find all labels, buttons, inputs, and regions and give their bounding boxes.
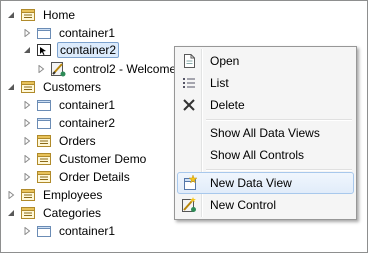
tree-node-label: Order Details xyxy=(59,170,130,184)
menu-item-label: New Control xyxy=(210,198,277,212)
collapsed-arrow-icon[interactable] xyxy=(22,136,32,146)
context-menu: Open List Delete Show All Data Views Sho… xyxy=(174,46,357,220)
tree-node-order-details[interactable]: Order Details xyxy=(22,168,132,186)
tree-node-label: Categories xyxy=(43,206,102,220)
menu-separator xyxy=(206,169,352,171)
control-icon xyxy=(50,61,66,77)
collapsed-arrow-icon[interactable] xyxy=(22,226,32,236)
tree-node-container2-selected[interactable]: container2 xyxy=(22,41,120,59)
menu-item-open[interactable]: Open xyxy=(177,50,354,72)
page-icon xyxy=(20,7,36,23)
menu-item-delete[interactable]: Delete xyxy=(177,94,354,116)
page-icon xyxy=(20,205,36,221)
new-control-icon xyxy=(177,197,201,213)
menu-item-show-all-data-views[interactable]: Show All Data Views xyxy=(177,122,354,144)
tree-node-label: container2 xyxy=(57,42,120,58)
container-icon xyxy=(36,115,52,131)
tree-node-container1[interactable]: container1 xyxy=(22,222,117,240)
collapsed-arrow-icon[interactable] xyxy=(22,28,32,38)
menu-item-label: List xyxy=(210,76,229,90)
tree-node-customer-demo[interactable]: Customer Demo xyxy=(22,150,148,168)
tree-node-label: container1 xyxy=(59,26,116,40)
tree-node-home[interactable]: Home xyxy=(6,6,77,24)
tree-node-categories[interactable]: Categories xyxy=(6,204,103,222)
tree-node-control2[interactable]: control2 - Welcome xyxy=(36,60,178,78)
tree-node-label: Employees xyxy=(43,188,103,202)
container-icon xyxy=(36,25,52,41)
tree-node-customers[interactable]: Customers xyxy=(6,78,103,96)
expanded-arrow-icon[interactable] xyxy=(6,208,16,218)
tree-node-label: Home xyxy=(43,8,76,22)
menu-item-label: Show All Controls xyxy=(210,148,305,162)
collapsed-arrow-icon[interactable] xyxy=(22,100,32,110)
document-icon xyxy=(177,53,201,69)
list-icon xyxy=(177,75,201,91)
collapsed-arrow-icon[interactable] xyxy=(22,118,32,128)
collapsed-arrow-icon[interactable] xyxy=(36,64,46,74)
tree-node-container2[interactable]: container2 xyxy=(22,114,117,132)
menu-separator xyxy=(206,119,352,121)
collapsed-arrow-icon[interactable] xyxy=(22,172,32,182)
tree-node-label: container1 xyxy=(59,224,116,238)
tree-node-label: container1 xyxy=(59,98,116,112)
menu-item-label: Open xyxy=(210,54,240,68)
tree-node-label: container2 xyxy=(59,116,116,130)
menu-item-new-control[interactable]: New Control xyxy=(177,194,354,216)
menu-item-label: New Data View xyxy=(210,176,292,190)
page-icon xyxy=(20,79,36,95)
page-icon xyxy=(36,169,52,185)
tree-node-employees[interactable]: Employees xyxy=(6,186,104,204)
collapsed-arrow-icon[interactable] xyxy=(22,154,32,164)
tree-node-label: Customer Demo xyxy=(59,152,147,166)
menu-item-list[interactable]: List xyxy=(177,72,354,94)
new-data-view-icon xyxy=(178,175,202,191)
tree-node-container1[interactable]: container1 xyxy=(22,96,117,114)
menu-item-label: Show All Data Views xyxy=(210,126,320,140)
collapsed-arrow-icon[interactable] xyxy=(6,190,16,200)
expanded-arrow-icon[interactable] xyxy=(6,82,16,92)
expanded-arrow-icon[interactable] xyxy=(22,45,32,55)
expanded-arrow-icon[interactable] xyxy=(6,10,16,20)
tree-node-label: Customers xyxy=(43,80,102,94)
page-icon xyxy=(36,133,52,149)
tree-node-label: Orders xyxy=(59,134,96,148)
page-icon xyxy=(36,151,52,167)
container-icon xyxy=(36,223,52,239)
tree-node-orders[interactable]: Orders xyxy=(22,132,98,150)
menu-item-label: Delete xyxy=(210,98,245,112)
page-icon xyxy=(20,187,36,203)
delete-x-icon xyxy=(177,97,201,113)
container-selected-icon xyxy=(36,42,52,58)
tree-node-label: control2 - Welcome xyxy=(73,62,177,76)
menu-item-new-data-view[interactable]: New Data View xyxy=(177,172,354,194)
container-icon xyxy=(36,97,52,113)
tree-node-container1[interactable]: container1 xyxy=(22,24,117,42)
menu-item-show-all-controls[interactable]: Show All Controls xyxy=(177,144,354,166)
